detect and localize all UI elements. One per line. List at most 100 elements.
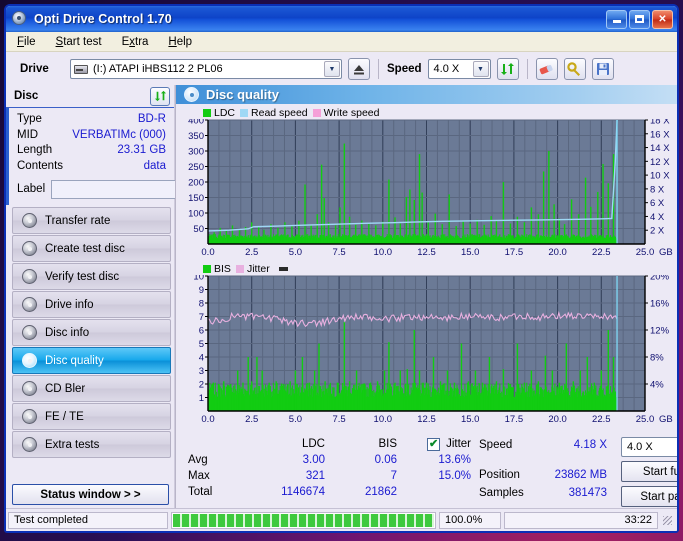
sidebar-item-label: CD Bler — [45, 382, 86, 395]
window-title: Opti Drive Control 1.70 — [34, 12, 172, 26]
disc-mid-value: VERBATIMc (000) — [72, 128, 166, 141]
svg-text:7.5: 7.5 — [332, 247, 345, 257]
progress-bar-fill — [173, 513, 434, 527]
close-button[interactable]: ✕ — [652, 9, 673, 29]
disc-length-value: 23.31 GB — [117, 144, 166, 156]
status-text: Test completed — [8, 511, 168, 529]
status-bar: Test completed 100.0% 33:22 — [6, 508, 677, 531]
sidebar-item-drive-info[interactable]: Drive info — [12, 291, 171, 318]
sidebar-item-cd-bler[interactable]: CD Bler — [12, 375, 171, 402]
svg-text:20%: 20% — [650, 275, 670, 283]
legend-swatch-write-speed — [312, 108, 321, 117]
svg-text:17.5: 17.5 — [505, 247, 524, 257]
disc-refresh-button[interactable] — [150, 86, 170, 106]
menu-start-test[interactable]: Start test — [53, 35, 105, 49]
refresh-button[interactable] — [496, 58, 519, 80]
status-window-button[interactable]: Status window > > — [12, 484, 169, 505]
window-controls: ✕ — [606, 9, 674, 29]
sidebar-item-disc-quality[interactable]: Disc quality — [12, 347, 171, 374]
bis-jitter-chart[interactable]: 1 2 3 4 5 6 7 8 9 10 4% 8% 12% 16% 20% 0.0 2.5 5.0 7.5 10.0… — [178, 272, 679, 426]
svg-text:5.0: 5.0 — [289, 247, 302, 257]
svg-text:350: 350 — [188, 131, 204, 142]
sidebar-item-extra-tests[interactable]: Extra tests — [12, 431, 171, 458]
svg-text:12 X: 12 X — [650, 157, 670, 168]
start-full-button[interactable]: Start full — [621, 461, 677, 482]
eject-button[interactable] — [348, 58, 370, 80]
legend-label-bis: BIS — [214, 262, 231, 275]
svg-text:4: 4 — [199, 353, 204, 364]
legend-entry-jitter: Jitter — [235, 262, 270, 275]
svg-text:2.5: 2.5 — [245, 414, 258, 425]
toolbar: Drive (I:) ATAPI iHBS112 2 PL06 ▼ Speed … — [6, 52, 677, 87]
refresh-icon — [501, 63, 515, 75]
disc-icon — [22, 409, 37, 424]
menu-file[interactable]: File — [14, 35, 39, 49]
minimize-button[interactable] — [606, 9, 627, 29]
desktop-background: Opti Drive Control 1.70 ✕ File Start tes… — [0, 0, 683, 541]
menu-start-test-rest: tart test — [63, 35, 102, 48]
chevron-down-icon: ▼ — [472, 61, 489, 77]
sidebar-item-label: Drive info — [45, 298, 94, 311]
speed-select-test[interactable]: 4.0 X ▼ — [621, 437, 677, 457]
erase-button[interactable] — [535, 58, 558, 80]
elapsed-time: 33:22 — [504, 511, 658, 529]
svg-text:10 X: 10 X — [650, 171, 670, 182]
disc-info-row: Length 23.31 GB — [17, 143, 166, 159]
disc-length-label: Length — [17, 144, 53, 156]
disc-quality-icon — [184, 87, 199, 102]
svg-text:3: 3 — [199, 366, 204, 377]
menu-help[interactable]: Help — [165, 35, 195, 49]
legend-label-write-speed: Write speed — [323, 106, 380, 119]
disc-contents-value: data — [143, 159, 166, 172]
ldc-speed-chart[interactable]: 50 100 150 200 250 300 350 400 2 X 4 X 6 X 8 X 10 X 1… — [178, 116, 679, 259]
table-row: Max 321 7 15.0% — [180, 468, 475, 484]
legend-swatch-jitter — [235, 264, 244, 273]
legend-label-jitter: Jitter — [246, 262, 270, 275]
row-label-max: Max — [188, 470, 210, 482]
svg-text:1: 1 — [199, 393, 204, 404]
disc-panel-title: Disc — [14, 90, 39, 102]
maximize-button[interactable] — [629, 9, 650, 29]
sidebar-item-fe-te[interactable]: FE / TE — [12, 403, 171, 430]
svg-text:12.5: 12.5 — [417, 247, 436, 257]
sidebar-item-create-test-disc[interactable]: Create test disc — [12, 235, 171, 262]
chevron-down-icon: ▼ — [324, 61, 340, 77]
svg-text:200: 200 — [188, 178, 204, 189]
drive-select-value: (I:) ATAPI iHBS112 2 PL06 — [93, 63, 223, 75]
svg-text:7.5: 7.5 — [332, 414, 345, 425]
legend-marker-scan — [278, 266, 288, 271]
svg-text:8%: 8% — [650, 353, 664, 364]
svg-text:22.5: 22.5 — [592, 414, 611, 425]
svg-text:25.0: 25.0 — [636, 247, 655, 257]
max-bis-value: 7 — [390, 470, 397, 482]
progress-bar — [171, 511, 436, 529]
svg-text:GB: GB — [659, 247, 673, 257]
disc-icon — [22, 353, 37, 368]
total-ldc-value: 1146674 — [281, 486, 325, 498]
svg-text:8: 8 — [199, 299, 204, 310]
svg-text:6 X: 6 X — [650, 198, 665, 209]
speed-select-toolbar[interactable]: 4.0 X ▼ — [427, 59, 491, 79]
resize-grip[interactable] — [661, 514, 673, 526]
legend-entry-read-speed: Read speed — [240, 107, 308, 119]
save-button[interactable] — [591, 58, 614, 80]
start-part-button[interactable]: Start part — [621, 486, 677, 507]
drive-select[interactable]: (I:) ATAPI iHBS112 2 PL06 ▼ — [70, 59, 342, 79]
sidebar-item-disc-info[interactable]: Disc info — [12, 319, 171, 346]
settings-button[interactable] — [563, 58, 586, 80]
sidebar-item-label: Create test disc — [45, 242, 125, 255]
menu-extra[interactable]: Extra — [119, 35, 152, 49]
sidebar-item-label: Disc info — [45, 326, 90, 339]
disc-icon — [22, 241, 37, 256]
disc-type-value: BD-R — [137, 113, 166, 125]
sidebar-item-verify-test-disc[interactable]: Verify test disc — [12, 263, 171, 290]
svg-text:14 X: 14 X — [650, 143, 670, 154]
svg-text:10.0: 10.0 — [374, 247, 393, 257]
max-jitter-value: 15.0% — [438, 470, 471, 482]
jitter-checkbox[interactable]: ✔ — [427, 437, 441, 451]
svg-text:7: 7 — [199, 312, 204, 323]
sidebar-item-transfer-rate[interactable]: Transfer rate — [12, 207, 171, 234]
disc-info-row: MID VERBATIMc (000) — [17, 128, 166, 144]
col-header-jitter-group: ✔ Jitter — [397, 437, 475, 451]
application-window: Opti Drive Control 1.70 ✕ File Start tes… — [4, 4, 679, 533]
